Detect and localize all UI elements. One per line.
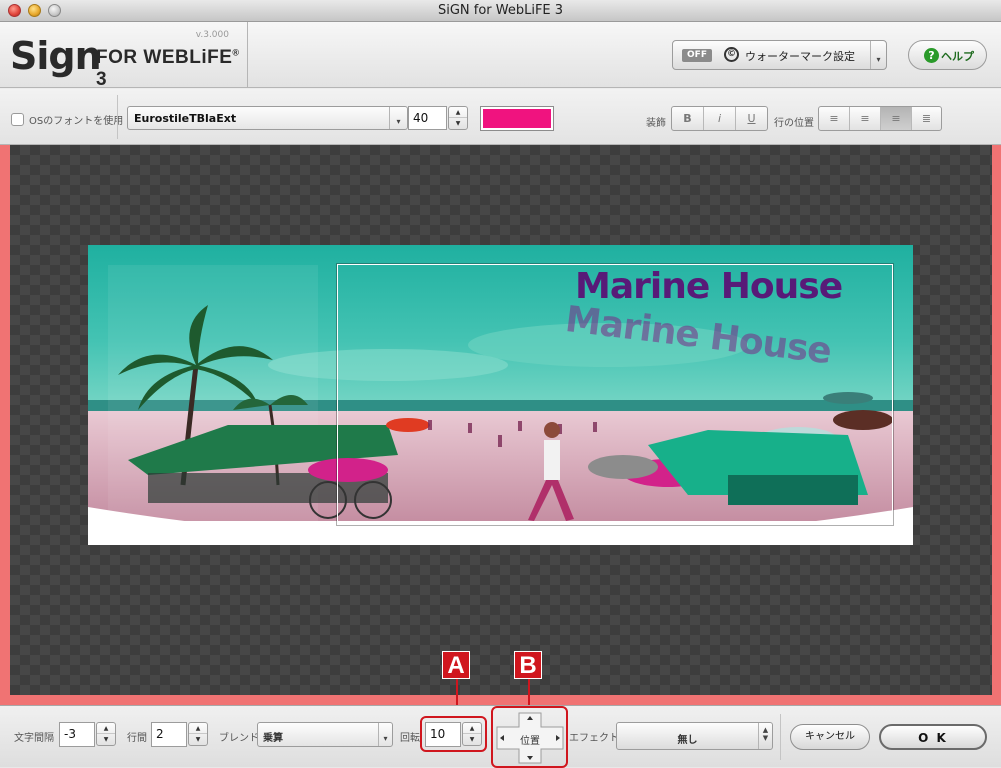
stepper-down-icon[interactable]: ▼ — [97, 734, 115, 745]
blend-label: ブレンド — [219, 733, 259, 744]
watermark-settings-label: ウォーターマーク設定 — [745, 50, 855, 63]
letter-spacing-stepper[interactable]: ▲ ▼ — [96, 722, 116, 746]
stepper-down-icon[interactable]: ▼ — [189, 734, 207, 745]
logo-word: Sign — [10, 34, 102, 78]
app-window: SiGN for WebLiFE 3 Sign FOR WEBLiFE® 3 v… — [0, 0, 1001, 768]
alignment-segment: ≡ ≡ ≡ ≣ — [818, 106, 942, 131]
blend-value: 乗算 — [263, 733, 283, 744]
letter-spacing-label: 文字間隔 — [14, 733, 54, 744]
logo-subtitle: FOR WEBLiFE® 3 — [96, 47, 240, 90]
help-icon: ? — [924, 48, 939, 63]
stepper-up-icon[interactable]: ▲ — [449, 107, 467, 118]
help-button[interactable]: ? ヘルプ — [908, 40, 987, 70]
chevron-updown-icon: ▲ ▼ — [758, 723, 772, 749]
stepper-up-icon[interactable]: ▲ — [97, 723, 115, 734]
align-center-icon[interactable]: ≡ — [850, 107, 881, 130]
italic-button[interactable]: i — [704, 107, 736, 130]
divider — [117, 95, 118, 139]
cancel-button[interactable]: キャンセル — [790, 724, 870, 750]
effect-value: 無し — [677, 735, 698, 746]
bottom-toolbar: 文字間隔 -3 ▲ ▼ 行間 2 ▲ ▼ ブレンド 乗算 ▾ 回転 10 ▲ ▼ — [0, 705, 1001, 768]
effect-label: エフェクト — [569, 733, 619, 744]
color-swatch — [483, 109, 551, 128]
decoration-segment: B i U — [671, 106, 768, 131]
beach-photo: Marine House Marine House — [88, 245, 913, 545]
rotation-label: 回転 — [400, 733, 420, 744]
version-label: v.3.000 — [195, 30, 229, 40]
font-name: EurostileTBlaExt — [134, 112, 237, 125]
font-size-stepper[interactable]: ▲ ▼ — [448, 106, 468, 130]
line-spacing-stepper[interactable]: ▲ ▼ — [188, 722, 208, 746]
font-toolbar: OSのフォントを使用 EurostileTBlaExt ▾ 40 ▲ ▼ 装飾 … — [0, 89, 1001, 145]
callout-a-highlight — [420, 716, 487, 752]
watermark-settings-button[interactable]: OFF © ウォーターマーク設定 ▾ — [672, 40, 887, 70]
align-left-icon[interactable]: ≡ — [819, 107, 850, 130]
help-label: ヘルプ — [941, 50, 974, 63]
chevron-down-icon: ▾ — [378, 723, 392, 746]
chevron-down-icon: ▾ — [870, 41, 886, 69]
line-spacing-label: 行間 — [127, 733, 147, 744]
underline-button[interactable]: U — [736, 107, 767, 130]
canvas-frame: Marine House Marine House — [0, 145, 1001, 705]
align-right-icon[interactable]: ≡ — [881, 107, 912, 130]
font-select[interactable]: EurostileTBlaExt ▾ — [127, 106, 408, 130]
callout-b-line — [528, 676, 530, 706]
effect-select[interactable]: 無し ▲ ▼ — [616, 722, 773, 750]
line-position-label: 行の位置 — [774, 118, 814, 129]
os-font-checkbox[interactable] — [11, 113, 24, 126]
text-color-well[interactable] — [480, 106, 554, 131]
headline-text[interactable]: Marine House — [575, 266, 843, 307]
letter-spacing-input[interactable]: -3 — [59, 722, 95, 747]
os-font-label: OSのフォントを使用 — [29, 116, 124, 127]
title-bar: SiGN for WebLiFE 3 — [0, 0, 1001, 22]
callout-b: B — [514, 651, 542, 679]
stepper-up-icon[interactable]: ▲ — [189, 723, 207, 734]
chevron-down-icon: ▾ — [389, 107, 407, 129]
decoration-label: 装飾 — [646, 118, 666, 129]
stepper-down-icon[interactable]: ▼ — [449, 118, 467, 129]
watermark-off-badge: OFF — [682, 49, 712, 62]
ok-button[interactable]: O K — [879, 724, 987, 750]
align-justify-icon[interactable]: ≣ — [912, 107, 941, 130]
app-header: Sign FOR WEBLiFE® 3 v.3.000 OFF © ウォーターマ… — [0, 22, 1001, 90]
bold-button[interactable]: B — [672, 107, 704, 130]
callout-a: A — [442, 651, 470, 679]
callout-b-highlight — [491, 706, 568, 768]
line-spacing-input[interactable]: 2 — [151, 722, 187, 747]
divider — [780, 714, 781, 760]
app-logo: Sign FOR WEBLiFE® 3 v.3.000 — [0, 22, 248, 90]
canvas-area: Marine House Marine House — [10, 145, 992, 695]
copyright-icon: © — [724, 47, 739, 62]
font-size-input[interactable]: 40 — [408, 106, 447, 130]
window-title: SiGN for WebLiFE 3 — [437, 3, 564, 18]
blend-select[interactable]: 乗算 ▾ — [257, 722, 393, 747]
